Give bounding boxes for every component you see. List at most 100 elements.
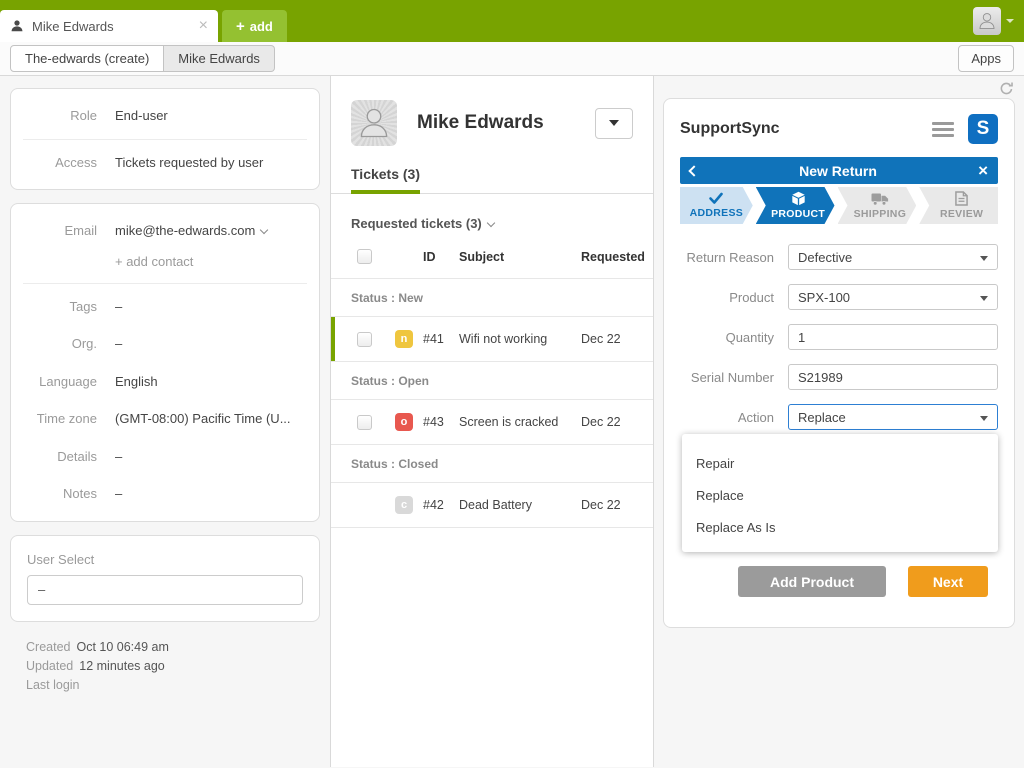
- step-shipping[interactable]: SHIPPING: [838, 187, 917, 224]
- serial-number-row: Serial Number: [680, 364, 998, 390]
- plus-icon: +: [236, 18, 245, 35]
- step-review[interactable]: REVIEW: [919, 187, 998, 224]
- row-checkbox[interactable]: [357, 332, 372, 347]
- user-select-label: User Select: [11, 544, 319, 575]
- nav-title: New Return: [698, 163, 978, 179]
- quantity-row: Quantity: [680, 324, 998, 350]
- ticket-row[interactable]: c #42 Dead Battery Dec 22: [331, 483, 653, 528]
- field-value: –: [115, 298, 122, 316]
- user-tabs: Tickets (3): [331, 166, 653, 194]
- role-access-card: Role End-user Access Tickets requested b…: [10, 88, 320, 190]
- ticket-id: #43: [419, 415, 459, 429]
- timezone-row: Time zone (GMT-08:00) Pacific Time (U...: [11, 400, 319, 438]
- select-all-checkbox[interactable]: [357, 249, 372, 264]
- quantity-input[interactable]: [788, 324, 998, 350]
- status-group-closed: Status : Closed: [331, 445, 653, 483]
- column-header-id: ID: [419, 250, 459, 264]
- tags-row: Tags –: [11, 288, 319, 326]
- refresh-apps-icon[interactable]: [999, 81, 1014, 96]
- person-icon: [356, 105, 392, 141]
- field-label: Notes: [27, 485, 97, 501]
- ticket-row[interactable]: o #43 Screen is cracked Dec 22: [331, 400, 653, 445]
- person-icon: [977, 11, 997, 31]
- created-row: CreatedOct 10 06:49 am: [26, 638, 330, 657]
- document-icon: [955, 191, 968, 206]
- status-group-new: Status : New: [331, 279, 653, 317]
- field-label: Role: [27, 107, 97, 123]
- chevron-down-icon: [609, 120, 619, 126]
- close-tab-icon[interactable]: ×: [199, 18, 208, 34]
- return-reason-row: Return Reason Defective: [680, 244, 998, 270]
- ticket-id: #42: [419, 498, 459, 512]
- access-row: Access Tickets requested by user: [11, 144, 319, 182]
- column-header-subject: Subject: [459, 250, 581, 264]
- ticket-subject[interactable]: Wifi not working: [459, 332, 581, 346]
- ticket-requested: Dec 22: [581, 498, 639, 512]
- email-value: mike@the-edwards.com: [115, 222, 267, 240]
- contact-details-card: Email mike@the-edwards.com + add contact…: [10, 203, 320, 522]
- last-login-row: Last login: [26, 676, 330, 695]
- box-icon: [791, 191, 806, 206]
- user-detail-panel: Mike Edwards Tickets (3) Requested ticke…: [331, 76, 654, 767]
- return-reason-select[interactable]: Defective: [788, 244, 998, 270]
- next-button[interactable]: Next: [908, 566, 988, 597]
- ticket-requested: Dec 22: [581, 332, 639, 346]
- chevron-down-icon: [1006, 19, 1014, 23]
- action-dropdown-menu: Repair Replace Replace As Is: [682, 434, 998, 552]
- field-value: (GMT-08:00) Pacific Time (U...: [115, 410, 291, 428]
- ticket-subject[interactable]: Screen is cracked: [459, 415, 581, 429]
- add-tab-label: add: [250, 19, 273, 34]
- column-header-requested: Requested: [581, 250, 639, 264]
- dropdown-option-repair[interactable]: Repair: [682, 447, 998, 479]
- step-product[interactable]: PRODUCT: [756, 187, 835, 224]
- field-label: Time zone: [27, 410, 97, 426]
- tickets-table-header: ID Subject Requested: [331, 245, 653, 279]
- user-menu[interactable]: [973, 7, 1014, 35]
- user-select-input[interactable]: [27, 575, 303, 605]
- top-bar: Mike Edwards × + add: [0, 0, 1024, 42]
- dropdown-option-replace-as-is[interactable]: Replace As Is: [682, 511, 998, 543]
- user-actions-dropdown-button[interactable]: [595, 108, 633, 139]
- status-badge: n: [395, 330, 413, 348]
- chevron-down-icon: [260, 226, 268, 234]
- product-select[interactable]: SPX-100: [788, 284, 998, 310]
- field-label: Language: [27, 373, 97, 389]
- apps-button[interactable]: Apps: [958, 45, 1014, 72]
- field-label: Tags: [27, 298, 97, 314]
- open-user-tab[interactable]: Mike Edwards ×: [0, 10, 218, 42]
- action-select[interactable]: Replace: [788, 404, 998, 430]
- ticket-row[interactable]: n #41 Wifi not working Dec 22: [331, 317, 653, 362]
- user-sidebar: Role End-user Access Tickets requested b…: [0, 76, 331, 767]
- role-row: Role End-user: [11, 97, 319, 135]
- dropdown-option-replace[interactable]: Replace: [682, 479, 998, 511]
- status-group-open: Status : Open: [331, 362, 653, 400]
- supportsync-logo: S: [968, 114, 998, 144]
- breadcrumb-user-button[interactable]: Mike Edwards: [164, 45, 275, 72]
- supportsync-app-card: SupportSync S New Return × ADDRESS PRODU…: [663, 98, 1015, 628]
- add-tab-button[interactable]: + add: [222, 10, 287, 42]
- close-icon[interactable]: ×: [978, 162, 988, 179]
- menu-icon[interactable]: [932, 122, 954, 137]
- ticket-requested: Dec 22: [581, 415, 639, 429]
- divider: [23, 139, 307, 140]
- check-icon: [708, 192, 724, 205]
- user-avatar: [351, 100, 397, 146]
- row-checkbox[interactable]: [357, 415, 372, 430]
- user-header: Mike Edwards: [331, 76, 653, 146]
- email-row[interactable]: Email mike@the-edwards.com: [11, 212, 319, 250]
- tab-tickets[interactable]: Tickets (3): [351, 166, 420, 194]
- person-icon: [10, 19, 24, 33]
- ticket-subject[interactable]: Dead Battery: [459, 498, 581, 512]
- apps-sidebar: SupportSync S New Return × ADDRESS PRODU…: [654, 76, 1024, 767]
- breadcrumb-org-button[interactable]: The-edwards (create): [10, 45, 164, 72]
- org-row: Org. –: [11, 325, 319, 363]
- field-value: End-user: [115, 107, 168, 125]
- step-address[interactable]: ADDRESS: [680, 187, 753, 224]
- tab-title: Mike Edwards: [32, 19, 191, 34]
- field-value: –: [115, 335, 122, 353]
- serial-number-input[interactable]: [788, 364, 998, 390]
- field-value: English: [115, 373, 158, 391]
- add-product-button[interactable]: Add Product: [738, 566, 886, 597]
- requested-tickets-toggle[interactable]: Requested tickets (3): [331, 194, 653, 245]
- add-contact-link[interactable]: + add contact: [11, 250, 319, 279]
